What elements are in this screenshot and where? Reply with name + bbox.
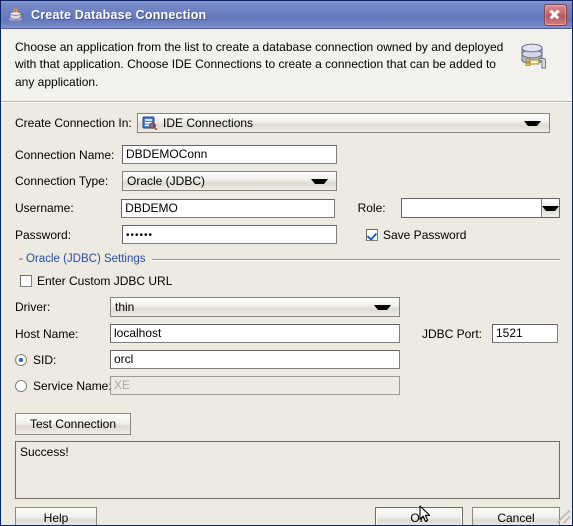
chevron-down-icon [374, 304, 391, 310]
sid-label: SID: [33, 352, 57, 367]
create-connection-in-label: Create Connection In: [15, 116, 132, 131]
dialog-footer: Help OK Cancel [1, 499, 572, 525]
create-connection-in-row: Create Connection In: IDE Connections [15, 113, 560, 134]
connection-name-label: Connection Name: [15, 147, 115, 162]
save-password-checkbox[interactable]: Save Password [366, 228, 466, 242]
sid-row: SID: orcl [15, 350, 560, 370]
dialog-instructions: Choose an application from the list to c… [15, 40, 504, 89]
role-dropdown[interactable] [401, 198, 560, 219]
sid-input[interactable]: orcl [110, 350, 400, 370]
host-name-row: Host Name: localhost JDBC Port: 1521 [15, 324, 560, 344]
role-dropdown-button[interactable] [541, 199, 559, 218]
username-label: Username: [15, 201, 74, 216]
custom-jdbc-url-checkbox[interactable]: Enter Custom JDBC URL [20, 274, 172, 288]
ide-connections-icon [142, 116, 158, 131]
oracle-settings-title: - Oracle (JDBC) Settings [19, 253, 146, 266]
test-result-area: Success! [15, 441, 560, 500]
custom-jdbc-url-label: Enter Custom JDBC URL [37, 274, 173, 289]
username-input[interactable]: DBDEMO [121, 198, 335, 218]
chevron-down-icon [542, 205, 559, 211]
connection-type-dropdown[interactable]: Oracle (JDBC) [122, 171, 337, 192]
connection-name-row: Connection Name: DBDEMOConn [15, 145, 560, 165]
jdbc-port-label: JDBC Port: [422, 326, 483, 341]
password-input[interactable]: •••••• [122, 225, 337, 245]
cancel-button[interactable]: Cancel [472, 507, 560, 525]
database-connection-icon [517, 40, 551, 74]
driver-row: Driver: thin [15, 297, 560, 318]
help-button[interactable]: Help [15, 507, 97, 525]
chevron-down-icon [524, 120, 541, 126]
role-label: Role: [357, 201, 386, 216]
password-label: Password: [15, 227, 72, 242]
oracle-settings-section-header: - Oracle (JDBC) Settings [17, 253, 560, 265]
username-row: Username: DBDEMO Role: [15, 198, 560, 219]
checkmark-icon [366, 228, 378, 241]
radio-unselected-icon [15, 379, 27, 392]
service-name-label: Service Name: [33, 378, 112, 393]
service-name-row: Service Name: XE [15, 376, 560, 396]
connection-type-value: Oracle (JDBC) [127, 174, 206, 189]
dialog-body: Create Connection In: IDE Connections Co… [1, 102, 572, 500]
save-password-label: Save Password [383, 227, 467, 242]
sid-radio[interactable]: SID: [15, 353, 110, 367]
test-connection-button[interactable]: Test Connection [15, 413, 131, 436]
create-connection-in-dropdown[interactable]: IDE Connections [137, 113, 550, 134]
connection-type-row: Connection Type: Oracle (JDBC) [15, 171, 560, 192]
jdbc-port-input[interactable]: 1521 [492, 324, 558, 344]
driver-dropdown[interactable]: thin [110, 297, 400, 318]
service-name-input: XE [110, 376, 400, 396]
ok-button[interactable]: OK [375, 507, 463, 525]
section-divider [151, 258, 560, 260]
host-name-input[interactable]: localhost [110, 324, 400, 344]
java-coffee-cup-icon [7, 6, 25, 24]
host-name-label: Host Name: [15, 326, 79, 341]
dialog-header: Choose an application from the list to c… [1, 29, 572, 103]
create-connection-in-value: IDE Connections [163, 116, 254, 131]
chevron-down-icon [311, 178, 328, 184]
create-database-connection-dialog: Create Database Connection Choose an app… [0, 0, 573, 526]
title-bar: Create Database Connection [1, 1, 572, 29]
driver-value: thin [115, 300, 135, 315]
role-value[interactable] [402, 199, 541, 218]
connection-name-input[interactable]: DBDEMOConn [122, 145, 337, 165]
checkbox-icon [20, 275, 32, 288]
close-icon[interactable] [544, 3, 567, 26]
connection-type-label: Connection Type: [15, 174, 109, 189]
custom-jdbc-url-row: Enter Custom JDBC URL [20, 274, 560, 288]
window-title: Create Database Connection [31, 7, 207, 22]
service-name-radio[interactable]: Service Name: [15, 378, 112, 393]
test-connection-row: Test Connection [15, 413, 560, 436]
radio-selected-icon [15, 353, 27, 366]
password-row: Password: •••••• Save Password [15, 225, 560, 245]
driver-label: Driver: [15, 300, 51, 315]
